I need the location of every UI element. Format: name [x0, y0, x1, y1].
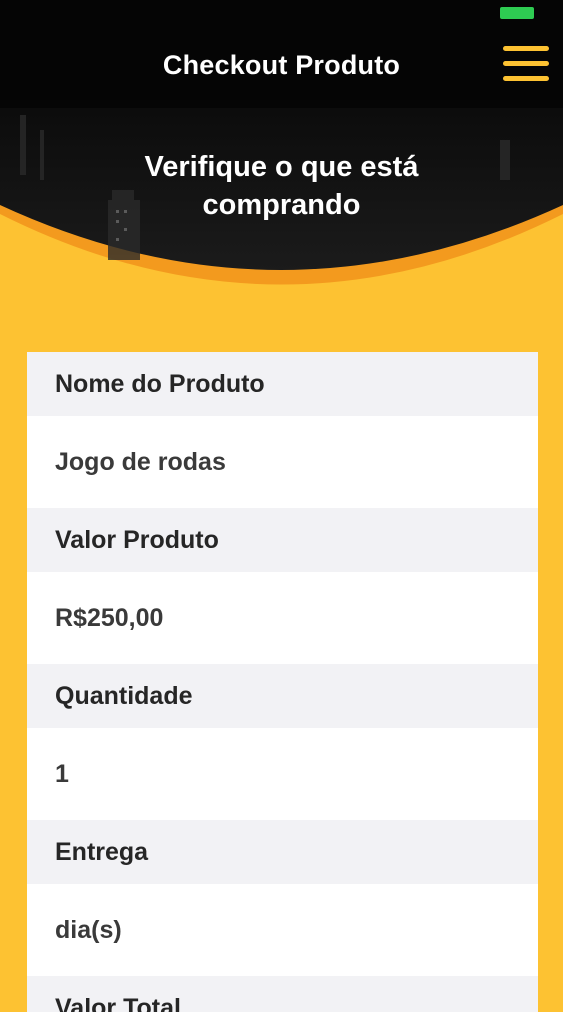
product-name-value: Jogo de rodas	[27, 416, 538, 508]
hero-heading-line1: Verifique o que está	[144, 151, 419, 183]
hero-heading-line2: comprando	[202, 189, 361, 221]
delivery-value: dia(s)	[27, 884, 538, 976]
product-price-label: Valor Produto	[27, 508, 538, 572]
hamburger-menu-icon[interactable]	[503, 46, 549, 84]
product-name-label: Nome do Produto	[27, 352, 538, 416]
product-details-card: Nome do Produto Jogo de rodas Valor Prod…	[27, 352, 538, 1012]
delivery-label: Entrega	[27, 820, 538, 884]
battery-icon	[500, 7, 534, 19]
page-title: Checkout Produto	[162, 50, 401, 80]
total-value-label: Valor Total	[27, 976, 538, 1012]
quantity-label: Quantidade	[27, 664, 538, 728]
hero-heading: Verifique o que está comprando	[0, 148, 563, 224]
quantity-value: 1	[27, 728, 538, 820]
product-price-value: R$250,00	[27, 572, 538, 664]
app-header: Checkout Produto	[0, 0, 563, 108]
